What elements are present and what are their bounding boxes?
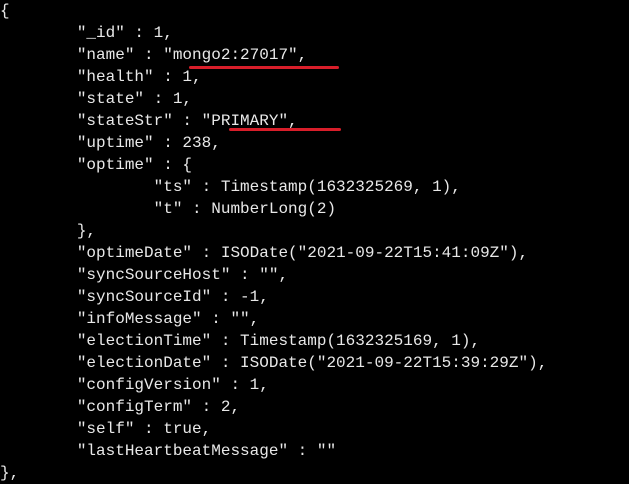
- json-line-lastheartbeatmessage: "lastHeartbeatMessage" : "": [0, 442, 337, 460]
- json-line-configterm: "configTerm" : 2,: [0, 398, 241, 416]
- json-line-state: "state" : 1,: [0, 90, 193, 108]
- json-line-configversion: "configVersion" : 1,: [0, 376, 269, 394]
- json-line-health: "health" : 1,: [0, 68, 202, 86]
- json-line-electiondate: "electionDate" : ISODate("2021-09-22T15:…: [0, 354, 548, 372]
- terminal-output: { "_id" : 1, "name" : "mongo2:27017", "h…: [0, 0, 629, 483]
- statestr-value-underline: [229, 128, 341, 131]
- json-line-optimedate: "optimeDate" : ISODate("2021-09-22T15:41…: [0, 244, 529, 262]
- json-line-self: "self" : true,: [0, 420, 212, 438]
- json-line-electiontime: "electionTime" : Timestamp(1632325169, 1…: [0, 332, 481, 350]
- json-line-optime-t: "t" : NumberLong(2): [0, 200, 337, 218]
- json-line-name: "name" : "mongo2:27017",: [0, 46, 308, 64]
- json-line-syncsourceid: "syncSourceId" : -1,: [0, 288, 269, 306]
- json-line-optime: "optime" : {: [0, 156, 193, 174]
- json-line-close-brace: },: [0, 464, 20, 482]
- name-value-underline: [189, 66, 339, 69]
- json-line-syncsourcehost: "syncSourceHost" : "",: [0, 266, 289, 284]
- json-line-optime-ts: "ts" : Timestamp(1632325269, 1),: [0, 178, 461, 196]
- json-line-id: "_id" : 1,: [0, 24, 173, 42]
- json-line-infomessage: "infoMessage" : "",: [0, 310, 260, 328]
- json-line-open-brace: {: [0, 2, 10, 20]
- json-line-uptime: "uptime" : 238,: [0, 134, 221, 152]
- json-line-optime-close: },: [0, 222, 97, 240]
